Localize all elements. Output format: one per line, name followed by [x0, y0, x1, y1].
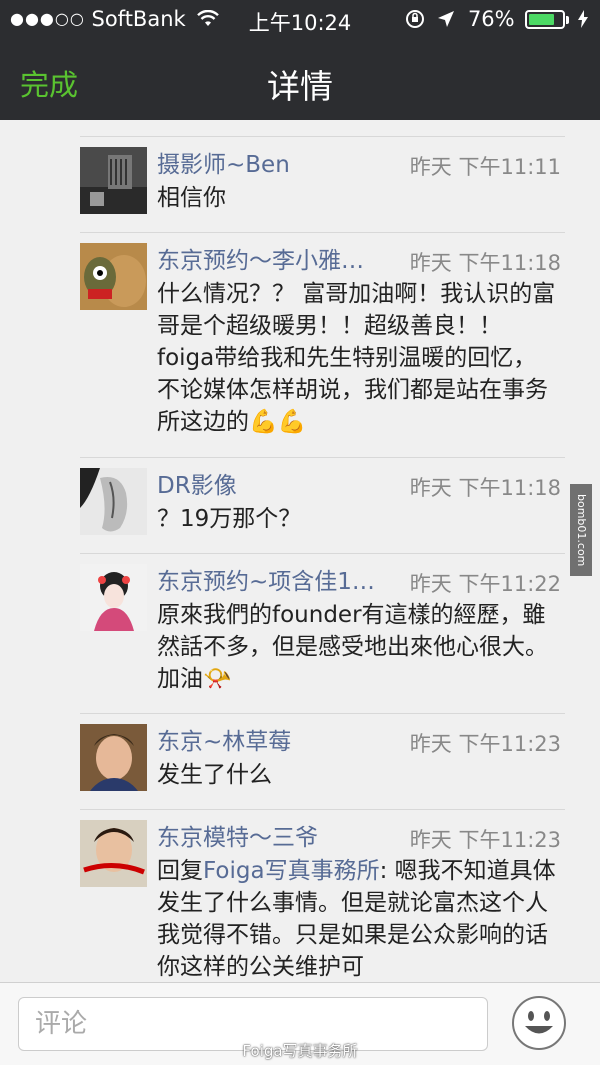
location-arrow-icon	[438, 11, 455, 27]
comment-item[interactable]: DR影像 昨天 下午11:18 ？19万那个？	[80, 457, 565, 553]
commenter-name[interactable]: 摄影师~Ben	[157, 145, 290, 179]
bottom-watermark: Foiga写真事务所	[242, 1042, 358, 1060]
orientation-lock-icon	[405, 10, 424, 28]
avatar[interactable]	[80, 147, 147, 214]
comment-item[interactable]: 东京预约～李小雅… 昨天 下午11:18 什么情况？？ 富哥加油啊！我认识的富哥…	[80, 232, 565, 457]
comment-item[interactable]: 东京模特～三爷 昨天 下午11:23 回复Foiga写真事務所: 嗯我不知道具体…	[80, 809, 565, 982]
comment-text: 原來我們的founder有這樣的經歷，雖然話不多，但是感受地出來他心很大。加油📯	[157, 602, 548, 692]
charging-bolt-icon	[578, 10, 588, 28]
battery-percent: 76%	[467, 7, 515, 31]
reply-target-name[interactable]: Foiga写真事務所	[203, 858, 380, 884]
side-watermark: bomb01.com	[570, 484, 592, 576]
reply-prefix: 回复	[157, 858, 203, 884]
avatar[interactable]	[80, 468, 147, 535]
status-bar: ●●●○○ SoftBank 上午10:24 76%	[0, 0, 600, 40]
navigation-bar: 完成 详情	[0, 40, 600, 120]
avatar[interactable]	[80, 724, 147, 791]
comment-item[interactable]: 东京预约~项含佳1… 昨天 下午11:22 原來我們的founder有這樣的經歷…	[80, 553, 565, 713]
comment-time: 昨天 下午11:23	[409, 732, 561, 756]
commenter-name[interactable]: 东京预约~项含佳1…	[157, 562, 375, 596]
comment-time: 昨天 下午11:11	[409, 155, 561, 179]
comment-text: 回复Foiga写真事務所: 嗯我不知道具体发生了什么事情。但是就论富杰这个人我觉…	[157, 855, 557, 982]
avatar[interactable]	[80, 564, 147, 631]
comment-text: ？19万那个？	[157, 506, 302, 532]
comment-text: 什么情况？？ 富哥加油啊！我认识的富哥是个超级暖男！！超级善良！！foiga带给…	[157, 281, 556, 435]
comment-item[interactable]: 摄影师~Ben 昨天 下午11:11 相信你	[80, 136, 565, 232]
comment-time: 昨天 下午11:22	[409, 572, 561, 596]
status-right: 76%	[405, 7, 588, 31]
commenter-name[interactable]: DR影像	[157, 466, 237, 500]
page-title: 详情	[267, 67, 333, 106]
commenter-name[interactable]: 东京预约～李小雅…	[157, 241, 364, 275]
comment-item[interactable]: 东京~林草莓 昨天 下午11:23 发生了什么	[80, 713, 565, 809]
comment-time: 昨天 下午11:18	[409, 476, 561, 500]
avatar[interactable]	[80, 820, 147, 887]
commenter-name[interactable]: 东京~林草莓	[157, 722, 291, 756]
comment-text: 发生了什么	[157, 762, 272, 788]
comment-time: 昨天 下午11:18	[409, 251, 561, 275]
comment-list: 摄影师~Ben 昨天 下午11:11 相信你 东京预约～李小雅… 昨天 下午11…	[80, 136, 565, 982]
comment-list-area[interactable]: 摄影师~Ben 昨天 下午11:11 相信你 东京预约～李小雅… 昨天 下午11…	[0, 120, 600, 982]
commenter-name[interactable]: 东京模特～三爷	[157, 818, 318, 852]
comment-text: 相信你	[157, 185, 226, 211]
battery-icon	[525, 10, 570, 29]
comment-time: 昨天 下午11:23	[409, 828, 561, 852]
avatar[interactable]	[80, 243, 147, 310]
